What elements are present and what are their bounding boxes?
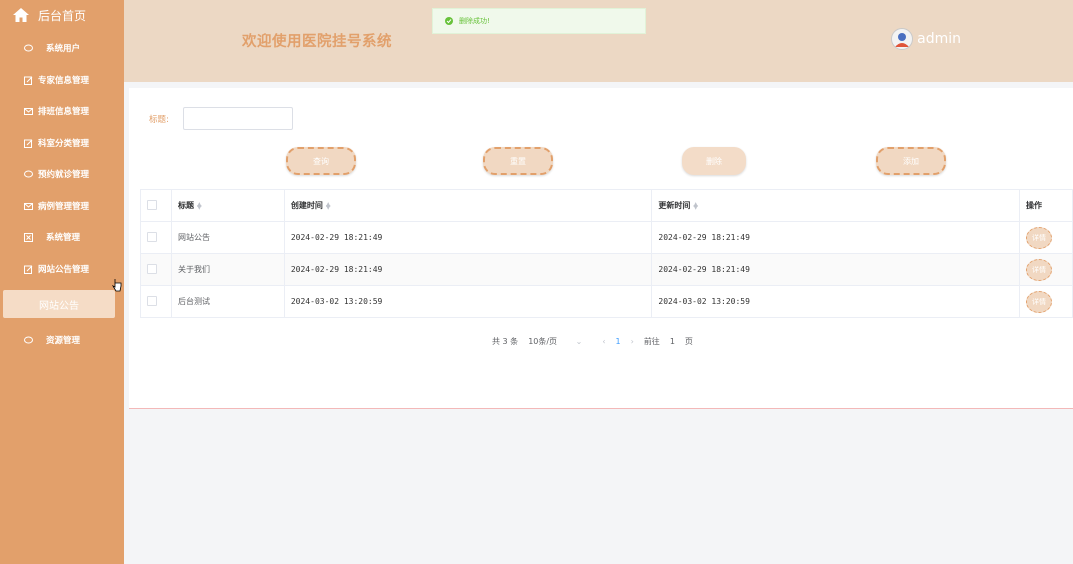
next-page-button[interactable]: › bbox=[631, 337, 634, 346]
chevron-down-icon: ⌄ bbox=[575, 337, 583, 346]
table-row: 后台测试 2024-03-02 13:20:59 2024-03-02 13:2… bbox=[140, 285, 1073, 318]
column-updated[interactable]: 更新时间 ▲ ▼ bbox=[651, 189, 1020, 222]
search-label: 标题: bbox=[149, 115, 169, 125]
sidebar-item-label: 系统管理 bbox=[46, 233, 81, 243]
goto-prefix: 前往 bbox=[643, 337, 660, 346]
sidebar-item-department-category[interactable]: 科室分类管理 bbox=[0, 133, 124, 153]
detail-button[interactable]: 详情 bbox=[1025, 226, 1052, 249]
cell-updated: 2024-02-29 18:21:49 bbox=[651, 253, 1020, 286]
row-checkbox[interactable] bbox=[147, 295, 157, 306]
sidebar-item-label: 专家信息管理 bbox=[38, 76, 90, 86]
page-number-current[interactable]: 1 bbox=[616, 337, 621, 346]
chat-icon bbox=[24, 336, 33, 345]
mouse-cursor-icon bbox=[112, 279, 122, 292]
sort-icon[interactable]: ▲ ▼ bbox=[693, 201, 698, 210]
select-all-cell bbox=[140, 189, 172, 222]
sidebar-item-case-records[interactable]: 病例管理管理 bbox=[0, 196, 124, 216]
chat-icon bbox=[24, 170, 33, 179]
cell-updated: 2024-03-02 13:20:59 bbox=[651, 285, 1020, 318]
cell-title: 关于我们 bbox=[170, 253, 285, 286]
prev-page-button[interactable]: ‹ bbox=[602, 337, 605, 346]
column-title[interactable]: 标题 ▲ ▼ bbox=[170, 189, 285, 222]
goto-page-input[interactable]: 1 bbox=[670, 337, 675, 346]
edit-icon bbox=[24, 76, 33, 85]
goto-suffix: 页 bbox=[684, 337, 693, 346]
sort-icon[interactable]: ▲ ▼ bbox=[326, 201, 331, 210]
cell-title: 后台测试 bbox=[170, 285, 285, 318]
sidebar-subitem-announcement[interactable]: 网站公告 bbox=[3, 290, 115, 318]
sidebar-item-system-users[interactable]: 系统用户 bbox=[0, 38, 124, 58]
check-circle-icon bbox=[445, 17, 453, 25]
table-row: 关于我们 2024-02-29 18:21:49 2024-02-29 18:2… bbox=[140, 253, 1073, 286]
sidebar-item-system-management[interactable]: 系统管理 bbox=[0, 227, 124, 247]
query-button[interactable]: 查询 bbox=[286, 147, 356, 175]
reset-button[interactable]: 重置 bbox=[483, 147, 553, 175]
cell-title: 网站公告 bbox=[170, 221, 285, 254]
cell-created: 2024-02-29 18:21:49 bbox=[283, 253, 653, 286]
delete-button[interactable]: 删除 bbox=[682, 147, 746, 175]
sort-icon[interactable]: ▲ ▼ bbox=[197, 201, 202, 210]
announcement-table: 标题 ▲ ▼ 创建时间 ▲ ▼ 更新时间 ▲ ▼ 操作 网站公告 2024-02-29 18… bbox=[140, 189, 1073, 318]
pagination-total: 共 3 条 bbox=[492, 337, 519, 346]
sidebar-home-label: 后台首页 bbox=[38, 8, 87, 23]
sidebar-item-label: 病例管理管理 bbox=[38, 202, 90, 212]
cell-created: 2024-02-29 18:21:49 bbox=[283, 221, 653, 254]
detail-button[interactable]: 详情 bbox=[1025, 258, 1052, 281]
mail-icon bbox=[24, 107, 33, 116]
mail-icon bbox=[24, 202, 33, 211]
cell-updated: 2024-02-29 18:21:49 bbox=[651, 221, 1020, 254]
column-created[interactable]: 创建时间 ▲ ▼ bbox=[283, 189, 653, 222]
add-button[interactable]: 添加 bbox=[876, 147, 946, 175]
sidebar-item-schedule-info[interactable]: 排班信息管理 bbox=[0, 101, 124, 121]
page-size-select[interactable]: 10条/页 ⌄ bbox=[528, 336, 592, 347]
sidebar-item-label: 排班信息管理 bbox=[38, 107, 90, 117]
title-search-input[interactable] bbox=[183, 107, 293, 130]
column-action: 操作 bbox=[1018, 189, 1073, 222]
username: admin bbox=[917, 31, 961, 47]
sidebar: 后台首页 系统用户 专家信息管理 排班信息管理 科室分类管理 预约就诊管理 病例… bbox=[0, 0, 124, 564]
sidebar-item-label: 网站公告管理 bbox=[38, 265, 90, 275]
avatar bbox=[891, 28, 914, 50]
sidebar-item-appointment[interactable]: 预约就诊管理 bbox=[0, 164, 124, 184]
close-box-icon bbox=[24, 232, 33, 242]
sidebar-home[interactable]: 后台首页 bbox=[12, 4, 86, 26]
edit-icon bbox=[24, 139, 33, 148]
row-checkbox[interactable] bbox=[147, 263, 157, 274]
detail-button[interactable]: 详情 bbox=[1025, 290, 1052, 313]
page-title: 欢迎使用医院挂号系统 bbox=[242, 34, 392, 50]
success-toast: 删除成功! bbox=[432, 8, 646, 34]
table-header-row: 标题 ▲ ▼ 创建时间 ▲ ▼ 更新时间 ▲ ▼ 操作 bbox=[140, 189, 1073, 222]
home-icon bbox=[13, 8, 29, 22]
sidebar-item-announcement-management[interactable]: 网站公告管理 bbox=[0, 259, 124, 279]
pagination: 共 3 条 10条/页 ⌄ ‹ 1 › 前往 1 页 bbox=[492, 336, 703, 347]
chat-icon bbox=[24, 44, 33, 53]
sidebar-item-label: 资源管理 bbox=[46, 336, 81, 346]
toast-message: 删除成功! bbox=[459, 17, 490, 25]
sidebar-item-label: 系统用户 bbox=[46, 44, 81, 54]
cell-created: 2024-03-02 13:20:59 bbox=[283, 285, 653, 318]
main-panel: 标题: 查询 重置 删除 添加 标题 ▲ ▼ 创建时间 ▲ ▼ 更新时间 ▲ ▼ 操作 网站… bbox=[129, 88, 1073, 409]
table-row: 网站公告 2024-02-29 18:21:49 2024-02-29 18:2… bbox=[140, 221, 1073, 254]
sidebar-item-resources[interactable]: 资源管理 bbox=[0, 330, 124, 350]
row-checkbox[interactable] bbox=[147, 231, 157, 242]
select-all-checkbox[interactable] bbox=[147, 199, 157, 210]
sidebar-item-label: 预约就诊管理 bbox=[38, 170, 90, 180]
edit-icon bbox=[24, 265, 33, 274]
sidebar-item-label: 科室分类管理 bbox=[38, 139, 90, 149]
sidebar-item-expert-info[interactable]: 专家信息管理 bbox=[0, 70, 124, 90]
user-menu[interactable]: admin bbox=[891, 28, 961, 50]
